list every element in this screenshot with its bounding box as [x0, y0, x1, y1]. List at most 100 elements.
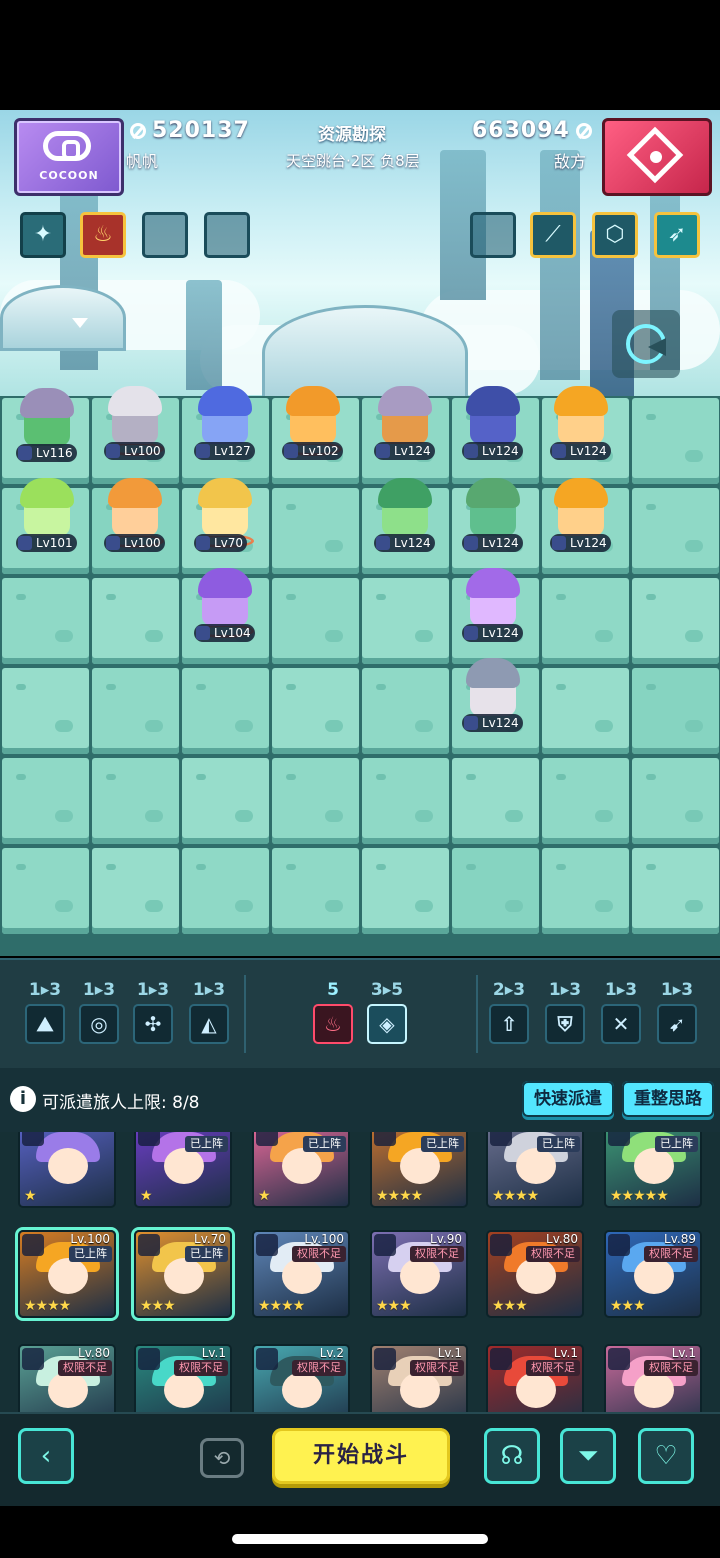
- board-cell[interactable]: [542, 758, 629, 844]
- roster-card[interactable]: Lv.1 权限不足: [486, 1344, 584, 1412]
- board-unit[interactable]: Lv124: [458, 478, 528, 554]
- rethink-button[interactable]: 重整思路: [622, 1081, 714, 1117]
- home-indicator[interactable]: [232, 1534, 488, 1544]
- enemy-info-button[interactable]: [612, 310, 680, 378]
- camera-rotate-button[interactable]: ⟲: [200, 1438, 244, 1478]
- board-cell[interactable]: [182, 848, 269, 934]
- board-cell[interactable]: [92, 848, 179, 934]
- board-cell[interactable]: [632, 848, 719, 934]
- synergy-mountain[interactable]: 1▸3 ⛰: [22, 980, 68, 1044]
- board-unit[interactable]: Lv100: [100, 478, 170, 554]
- roster-card[interactable]: 已上阵 ★★★★★: [604, 1132, 702, 1208]
- synergy-shield[interactable]: 1▸3 ⛨: [542, 980, 588, 1044]
- board-cell[interactable]: [542, 578, 629, 664]
- synergy-crossed-swords[interactable]: 1▸3 ✕: [598, 980, 644, 1044]
- board-cell[interactable]: [542, 668, 629, 754]
- board-cell[interactable]: [272, 758, 359, 844]
- board-cell[interactable]: [632, 758, 719, 844]
- board-cell[interactable]: [362, 758, 449, 844]
- enemy-skill-slot-1[interactable]: [470, 212, 516, 258]
- board-cell[interactable]: [362, 668, 449, 754]
- board-cell[interactable]: [2, 578, 89, 664]
- synergy-diamond[interactable]: 3▸5 ◈: [364, 980, 410, 1044]
- roster-card[interactable]: Lv.1 权限不足: [370, 1344, 468, 1412]
- ai-assist-button[interactable]: ☊: [484, 1428, 540, 1484]
- board-cell[interactable]: [272, 578, 359, 664]
- roster-card[interactable]: 已上阵 ★★★★: [486, 1132, 584, 1208]
- synergy-shuriken[interactable]: 1▸3 ✣: [130, 980, 176, 1044]
- board-unit[interactable]: Lv124: [458, 386, 528, 462]
- board-cell[interactable]: [632, 668, 719, 754]
- board-unit[interactable]: Lv104: [190, 568, 260, 644]
- skill-slot-3[interactable]: [142, 212, 188, 258]
- board-cell[interactable]: [2, 758, 89, 844]
- board-cell[interactable]: [632, 398, 719, 484]
- skill-slot-2[interactable]: ♨: [80, 212, 126, 258]
- roster-card[interactable]: Lv.1 权限不足: [134, 1344, 232, 1412]
- board-cell[interactable]: [452, 758, 539, 844]
- enemy-skill-slot-2[interactable]: ⟋: [530, 212, 576, 258]
- synergy-bow[interactable]: 1▸3 ➹: [654, 980, 700, 1044]
- unit-level-text: Lv124: [394, 536, 431, 550]
- board-unit[interactable]: Lv124: [546, 478, 616, 554]
- board-cell[interactable]: [92, 758, 179, 844]
- board-cell[interactable]: [632, 488, 719, 574]
- board-cell[interactable]: [2, 848, 89, 934]
- roster-card[interactable]: ★: [18, 1132, 116, 1208]
- synergy-swirl[interactable]: 1▸3 ◎: [76, 980, 122, 1044]
- board-cell[interactable]: [2, 668, 89, 754]
- skill-slot-4[interactable]: [204, 212, 250, 258]
- board-unit[interactable]: Lv124: [370, 478, 440, 554]
- unit-hair: [108, 386, 162, 416]
- board-unit[interactable]: Lv124: [458, 658, 528, 734]
- enemy-skill-slot-4[interactable]: ➶: [654, 212, 700, 258]
- dropdown-indicator-icon[interactable]: [72, 318, 88, 328]
- roster-card[interactable]: 已上阵 ★: [252, 1132, 350, 1208]
- player-brand-logo[interactable]: COCOON: [14, 118, 124, 196]
- board-unit[interactable]: Lv127: [190, 386, 260, 462]
- board-unit[interactable]: Lv116: [12, 388, 82, 464]
- board-cell[interactable]: [542, 848, 629, 934]
- board-unit[interactable]: Lv101: [12, 478, 82, 554]
- roster-card[interactable]: Lv.100 权限不足 ★★★★: [252, 1230, 350, 1318]
- board-cell[interactable]: [362, 848, 449, 934]
- roster-card[interactable]: Lv.100 已上阵 ★★★★: [18, 1230, 116, 1318]
- roster-card[interactable]: 已上阵 ★★★★: [370, 1132, 468, 1208]
- board-unit[interactable]: Lv100: [100, 386, 170, 462]
- board-cell[interactable]: [182, 758, 269, 844]
- board-unit[interactable]: Lv124: [370, 386, 440, 462]
- board-unit[interactable]: Lv124: [458, 568, 528, 644]
- board-cell[interactable]: [92, 578, 179, 664]
- board-unit[interactable]: Lv124: [546, 386, 616, 462]
- board-cell[interactable]: [272, 848, 359, 934]
- synergy-fire[interactable]: 5 ♨: [310, 980, 356, 1044]
- board-cell[interactable]: [92, 668, 179, 754]
- roster-card[interactable]: Lv.1 权限不足: [604, 1344, 702, 1412]
- roster-card[interactable]: Lv.2 权限不足: [252, 1344, 350, 1412]
- board-cell[interactable]: [272, 488, 359, 574]
- roster-card[interactable]: Lv.80 权限不足 ★★★: [486, 1230, 584, 1318]
- quick-dispatch-button[interactable]: 快速派遣: [522, 1081, 614, 1117]
- info-icon[interactable]: i: [10, 1086, 36, 1112]
- board-cell[interactable]: [182, 668, 269, 754]
- synergy-arrow-up[interactable]: 2▸3 ⇧: [486, 980, 532, 1044]
- filter-button[interactable]: ⏷: [560, 1428, 616, 1484]
- roster-card[interactable]: 已上阵 ★: [134, 1132, 232, 1208]
- board-unit[interactable]: Lv70: [190, 478, 260, 554]
- enemy-skill-slot-3[interactable]: ⬡: [592, 212, 638, 258]
- enemy-brand-logo[interactable]: [602, 118, 712, 196]
- sort-button[interactable]: ♡: [638, 1428, 694, 1484]
- roster-card[interactable]: Lv.70 已上阵 ★★★: [134, 1230, 232, 1318]
- board-cell[interactable]: [362, 578, 449, 664]
- board-unit[interactable]: Lv102: [278, 386, 348, 462]
- roster-card[interactable]: Lv.89 权限不足 ★★★: [604, 1230, 702, 1318]
- skill-slot-1[interactable]: ✦: [20, 212, 66, 258]
- synergy-blade[interactable]: 1▸3 ◭: [186, 980, 232, 1044]
- board-cell[interactable]: [632, 578, 719, 664]
- start-battle-button[interactable]: 开始战斗: [272, 1428, 450, 1484]
- back-button[interactable]: ‹: [18, 1428, 74, 1484]
- board-cell[interactable]: [272, 668, 359, 754]
- board-cell[interactable]: [452, 848, 539, 934]
- roster-card[interactable]: Lv.90 权限不足 ★★★: [370, 1230, 468, 1318]
- roster-card[interactable]: Lv.80 权限不足: [18, 1344, 116, 1412]
